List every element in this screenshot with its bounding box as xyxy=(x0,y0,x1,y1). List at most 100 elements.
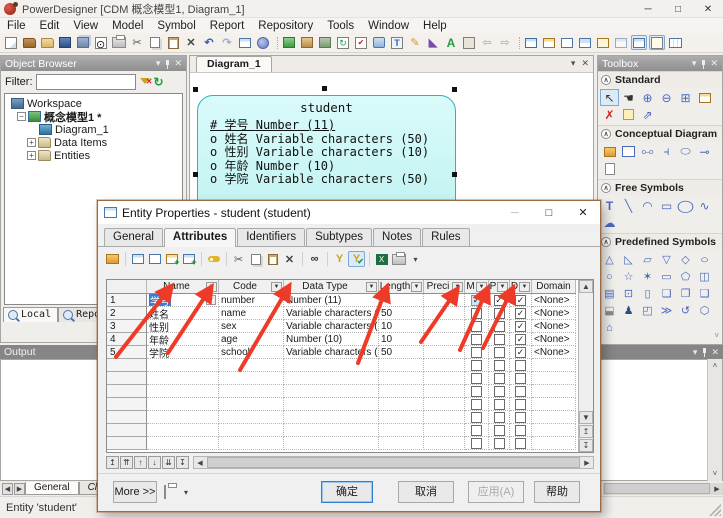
arc-icon[interactable]: ◠ xyxy=(638,197,657,214)
output-tab-general[interactable]: General xyxy=(25,482,79,495)
pin-icon[interactable] xyxy=(699,59,707,69)
precision-cell[interactable] xyxy=(424,320,465,333)
show-notes-icon[interactable] xyxy=(649,35,665,50)
displayed-checkbox[interactable]: ✓ xyxy=(515,320,526,332)
mandatory-checkbox[interactable] xyxy=(471,307,482,319)
page-setup-icon[interactable] xyxy=(461,35,477,50)
tab-notes[interactable]: Notes xyxy=(373,228,422,246)
name-cell[interactable]: 学号 ▼ xyxy=(147,294,219,307)
domain-cell[interactable]: <None> xyxy=(532,294,576,307)
panel-menu-icon[interactable]: ▾ xyxy=(692,58,697,69)
empty-table-row[interactable] xyxy=(107,359,593,372)
column-header-precision[interactable]: Preci ▼ xyxy=(424,280,465,294)
tab-identifiers[interactable]: Identifiers xyxy=(237,228,306,246)
ok-button[interactable]: 确定 xyxy=(321,481,373,503)
pin-icon[interactable] xyxy=(700,348,708,357)
print-icon[interactable] xyxy=(111,35,127,50)
scroll-down-icon[interactable]: ▼ xyxy=(579,411,593,424)
tab-subtypes[interactable]: Subtypes xyxy=(306,228,373,246)
table-vertical-scrollbar[interactable]: ▲ ▼ ↥ ↧ xyxy=(578,280,593,452)
folder-icon[interactable] xyxy=(39,35,55,50)
menu-tools[interactable]: Tools xyxy=(320,20,361,32)
output-horizontal-scrollbar[interactable]: ▶ xyxy=(603,482,723,495)
resize-grip[interactable] xyxy=(709,504,721,516)
row-number-cell[interactable]: 2 xyxy=(107,307,147,320)
print-icon[interactable] xyxy=(164,485,166,499)
name-combo-icon[interactable]: ▼ xyxy=(206,295,216,305)
association-icon[interactable]: ⬭ xyxy=(676,143,695,160)
ellipse-icon[interactable]: ◯ xyxy=(673,197,698,214)
mandatory-checkbox[interactable]: ✓ xyxy=(471,294,482,306)
code-cell[interactable]: number xyxy=(219,294,284,307)
scroll-up-icon[interactable]: ▲ xyxy=(579,280,593,293)
length-cell[interactable] xyxy=(379,294,424,307)
menu-report[interactable]: Report xyxy=(203,20,252,32)
length-cell[interactable]: 10 xyxy=(379,320,424,333)
expander-plus-icon[interactable]: + xyxy=(27,138,36,147)
tab-general[interactable]: General xyxy=(104,228,163,246)
tab-scroll-left-icon[interactable]: ◀ xyxy=(2,482,13,495)
cut-icon[interactable]: ✂ xyxy=(230,251,247,267)
find-objects-icon[interactable] xyxy=(317,35,333,50)
data-type-cell[interactable]: Variable characters (50) xyxy=(284,346,379,359)
menu-view[interactable]: View xyxy=(66,20,105,32)
mandatory-checkbox[interactable] xyxy=(471,333,482,345)
precision-cell[interactable] xyxy=(424,333,465,346)
column-dropdown-icon[interactable]: ▼ xyxy=(206,281,217,292)
layout-window-1-icon[interactable] xyxy=(523,35,539,50)
length-cell[interactable]: 50 xyxy=(379,307,424,320)
zoom-out-icon[interactable]: ⊖ xyxy=(657,89,676,106)
displayed-cell[interactable]: ✓ xyxy=(510,294,532,307)
paste-icon[interactable] xyxy=(264,251,281,267)
properties-icon[interactable] xyxy=(104,251,121,267)
right-triangle-icon[interactable]: ◺ xyxy=(619,251,638,268)
print-dropdown-icon[interactable]: ▾ xyxy=(184,488,188,497)
expander-plus-icon[interactable]: + xyxy=(27,151,36,160)
column-dropdown-icon[interactable]: ▼ xyxy=(476,281,487,292)
grid-view-icon[interactable] xyxy=(667,35,683,50)
move-first-icon[interactable]: ↥ xyxy=(106,456,119,469)
close-button[interactable]: ✕ xyxy=(693,0,723,18)
rows-icon[interactable]: ▤ xyxy=(600,285,619,302)
column-header-displayed[interactable]: D ▼ xyxy=(510,280,532,294)
new-model-icon[interactable] xyxy=(281,35,297,50)
column-dropdown-icon[interactable]: ▼ xyxy=(452,281,463,292)
tree-item-model[interactable]: − 概念模型1 * xyxy=(9,110,182,124)
displayed-cell[interactable]: ✓ xyxy=(510,333,532,346)
pointer-icon[interactable]: ↖ xyxy=(600,89,619,106)
filter-edit-icon[interactable]: Y xyxy=(331,251,348,267)
primary-cell[interactable] xyxy=(489,333,510,346)
undo-icon[interactable]: ↶ xyxy=(201,35,217,50)
tab-rules[interactable]: Rules xyxy=(422,228,470,246)
pin-icon[interactable] xyxy=(163,59,171,69)
selection-handle[interactable] xyxy=(452,87,457,92)
domain-cell[interactable]: <None> xyxy=(532,307,576,320)
precision-cell[interactable] xyxy=(424,346,465,359)
empty-table-row[interactable] xyxy=(107,385,593,398)
redo-icon[interactable]: ↷ xyxy=(219,35,235,50)
merge-model-icon[interactable] xyxy=(299,35,315,50)
displayed-cell[interactable]: ✓ xyxy=(510,320,532,333)
fill-color-icon[interactable]: ◣ xyxy=(425,35,441,50)
move-up-more-icon[interactable]: ⇈ xyxy=(120,456,133,469)
star-icon[interactable]: ☆ xyxy=(619,268,638,285)
panel-close-icon[interactable]: ✕ xyxy=(711,347,719,358)
menu-model[interactable]: Model xyxy=(105,20,150,32)
move-up-icon[interactable]: ↑ xyxy=(134,456,147,469)
primary-cell[interactable] xyxy=(489,346,510,359)
menu-symbol[interactable]: Symbol xyxy=(150,20,202,32)
hexagon-icon[interactable]: ⬡ xyxy=(695,302,714,319)
square3d-icon[interactable]: ❐ xyxy=(676,285,695,302)
layout-window-3-icon[interactable] xyxy=(559,35,575,50)
association-link-icon[interactable]: ⊸ xyxy=(695,143,714,160)
length-cell[interactable]: 50 xyxy=(379,346,424,359)
parallelogram-icon[interactable]: ▱ xyxy=(638,251,657,268)
column-header-length[interactable]: Length ▼ xyxy=(379,280,424,294)
scroll-right-icon[interactable]: ▶ xyxy=(711,485,723,493)
menu-window[interactable]: Window xyxy=(361,20,416,32)
dialog-close-button[interactable]: ✕ xyxy=(566,201,600,225)
add-rows-from-icon[interactable] xyxy=(180,251,197,267)
loop-icon[interactable]: ↺ xyxy=(676,302,695,319)
cancel-button[interactable]: 取消 xyxy=(398,481,454,503)
row-number-cell[interactable]: 1 xyxy=(107,294,147,307)
